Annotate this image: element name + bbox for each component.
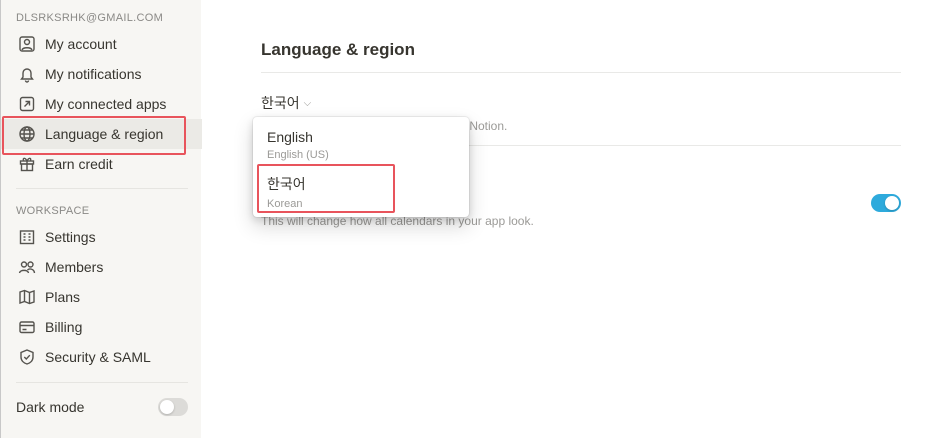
dark-mode-toggle[interactable] [158, 398, 188, 416]
sidebar-item-label: My connected apps [45, 96, 167, 112]
sidebar-item-label: Plans [45, 289, 81, 305]
sidebar-item-label: My account [45, 36, 117, 52]
sidebar: DLSRKSRHK@GMAIL.COM My account My notifi… [0, 0, 202, 438]
shield-icon [17, 347, 37, 367]
sidebar-item-label: My notifications [45, 66, 142, 82]
sidebar-item-members[interactable]: Members [1, 252, 202, 282]
building-icon [17, 227, 37, 247]
gift-icon [17, 154, 37, 174]
option-subtitle: English (US) [267, 149, 329, 161]
language-option-english[interactable]: English English (US) [267, 129, 329, 161]
sidebar-item-language-region[interactable]: Language & region [1, 119, 202, 149]
calendar-toggle[interactable] [871, 194, 901, 212]
toggle-knob [885, 196, 899, 210]
sidebar-item-label: Billing [45, 319, 83, 335]
option-subtitle: Korean [267, 198, 303, 210]
globe-icon [17, 124, 37, 144]
language-select[interactable]: 한국어 ⌵ [261, 93, 311, 113]
map-icon [17, 287, 37, 307]
sidebar-item-label: Settings [45, 229, 96, 245]
arrow-square-icon [17, 94, 37, 114]
sidebar-item-security-saml[interactable]: Security & SAML [1, 342, 202, 372]
option-name: 한국어 [267, 176, 306, 192]
members-icon [17, 257, 37, 277]
account-icon [17, 34, 37, 54]
toggle-knob [160, 400, 174, 414]
title-divider [261, 72, 901, 73]
option-name: English [267, 129, 313, 145]
sidebar-item-label: Language & region [45, 126, 164, 142]
chevron-down-icon: ⌵ [303, 97, 312, 109]
language-option-korean[interactable]: 한국어 Korean [267, 174, 306, 210]
page-title: Language & region [261, 40, 415, 59]
sidebar-item-label: Security & SAML [45, 349, 151, 365]
sidebar-item-my-account[interactable]: My account [1, 29, 202, 59]
language-select-value: 한국어 [261, 95, 300, 111]
sidebar-item-label: Members [45, 259, 104, 275]
sidebar-item-my-connected-apps[interactable]: My connected apps [1, 89, 202, 119]
sidebar-divider [16, 382, 188, 383]
sidebar-item-my-notifications[interactable]: My notifications [1, 59, 202, 89]
account-email: DLSRKSRHK@GMAIL.COM [16, 12, 164, 24]
dark-mode-label: Dark mode [16, 399, 85, 415]
card-icon [17, 317, 37, 337]
bell-icon [17, 64, 37, 84]
sidebar-item-settings[interactable]: Settings [1, 222, 202, 252]
sidebar-divider [16, 188, 188, 189]
sidebar-item-billing[interactable]: Billing [1, 312, 202, 342]
language-dropdown: English English (US) 한국어 Korean [253, 117, 469, 217]
sidebar-item-earn-credit[interactable]: Earn credit [1, 149, 202, 179]
workspace-section-label: WORKSPACE [16, 205, 90, 217]
sidebar-item-plans[interactable]: Plans [1, 282, 202, 312]
sidebar-item-label: Earn credit [45, 156, 113, 172]
